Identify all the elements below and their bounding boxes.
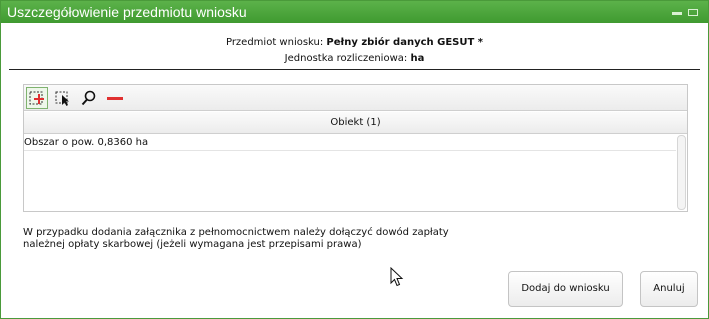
select-pointer-icon [55,91,69,106]
add-selection-button[interactable] [26,87,48,109]
objects-grid: Obiekt (1) Obszar o pow. 0,8360 ha [23,84,688,212]
table-row[interactable]: Obszar o pow. 0,8360 ha [24,135,676,151]
dialog-window: Uszczegółowienie przedmiotu wniosku Prze… [0,0,709,319]
select-pointer-button[interactable] [52,87,74,109]
dialog-titlebar[interactable]: Uszczegółowienie przedmiotu wniosku [1,1,708,23]
cancel-button[interactable]: Anuluj [640,271,698,307]
divider [9,69,700,70]
maximize-icon[interactable] [688,9,698,16]
payment-note: W przypadku dodania załącznika z pełnomo… [23,227,493,251]
column-header-object[interactable]: Obiekt (1) [24,112,687,134]
payment-note-line2: należnej opłaty skarbowej (jeżeli wymaga… [23,239,362,250]
grid-toolbar [24,85,687,111]
remove-button[interactable] [104,87,126,109]
remove-icon [107,97,123,100]
zoom-button[interactable] [78,87,100,109]
subject-value: Pełny zbiór danych GESUT * [326,37,484,48]
unit-line: Jednostka rozliczeniowa: ha [1,53,708,64]
add-to-application-button[interactable]: Dodaj do wniosku [508,271,623,307]
minimize-icon[interactable] [672,12,682,15]
unit-label: Jednostka rozliczeniowa: [284,53,408,64]
grid-scrollbar[interactable] [677,135,686,210]
subject-line: Przedmiot wniosku: Pełny zbiór danych GE… [1,37,708,48]
zoom-icon [81,90,96,106]
add-selection-icon [29,91,44,105]
subject-label: Przedmiot wniosku: [225,37,324,48]
payment-note-line1: W przypadku dodania załącznika z pełnomo… [23,227,449,238]
unit-value: ha [410,53,425,64]
mouse-cursor-icon [390,266,404,290]
dialog-title: Uszczegółowienie przedmiotu wniosku [7,4,247,20]
